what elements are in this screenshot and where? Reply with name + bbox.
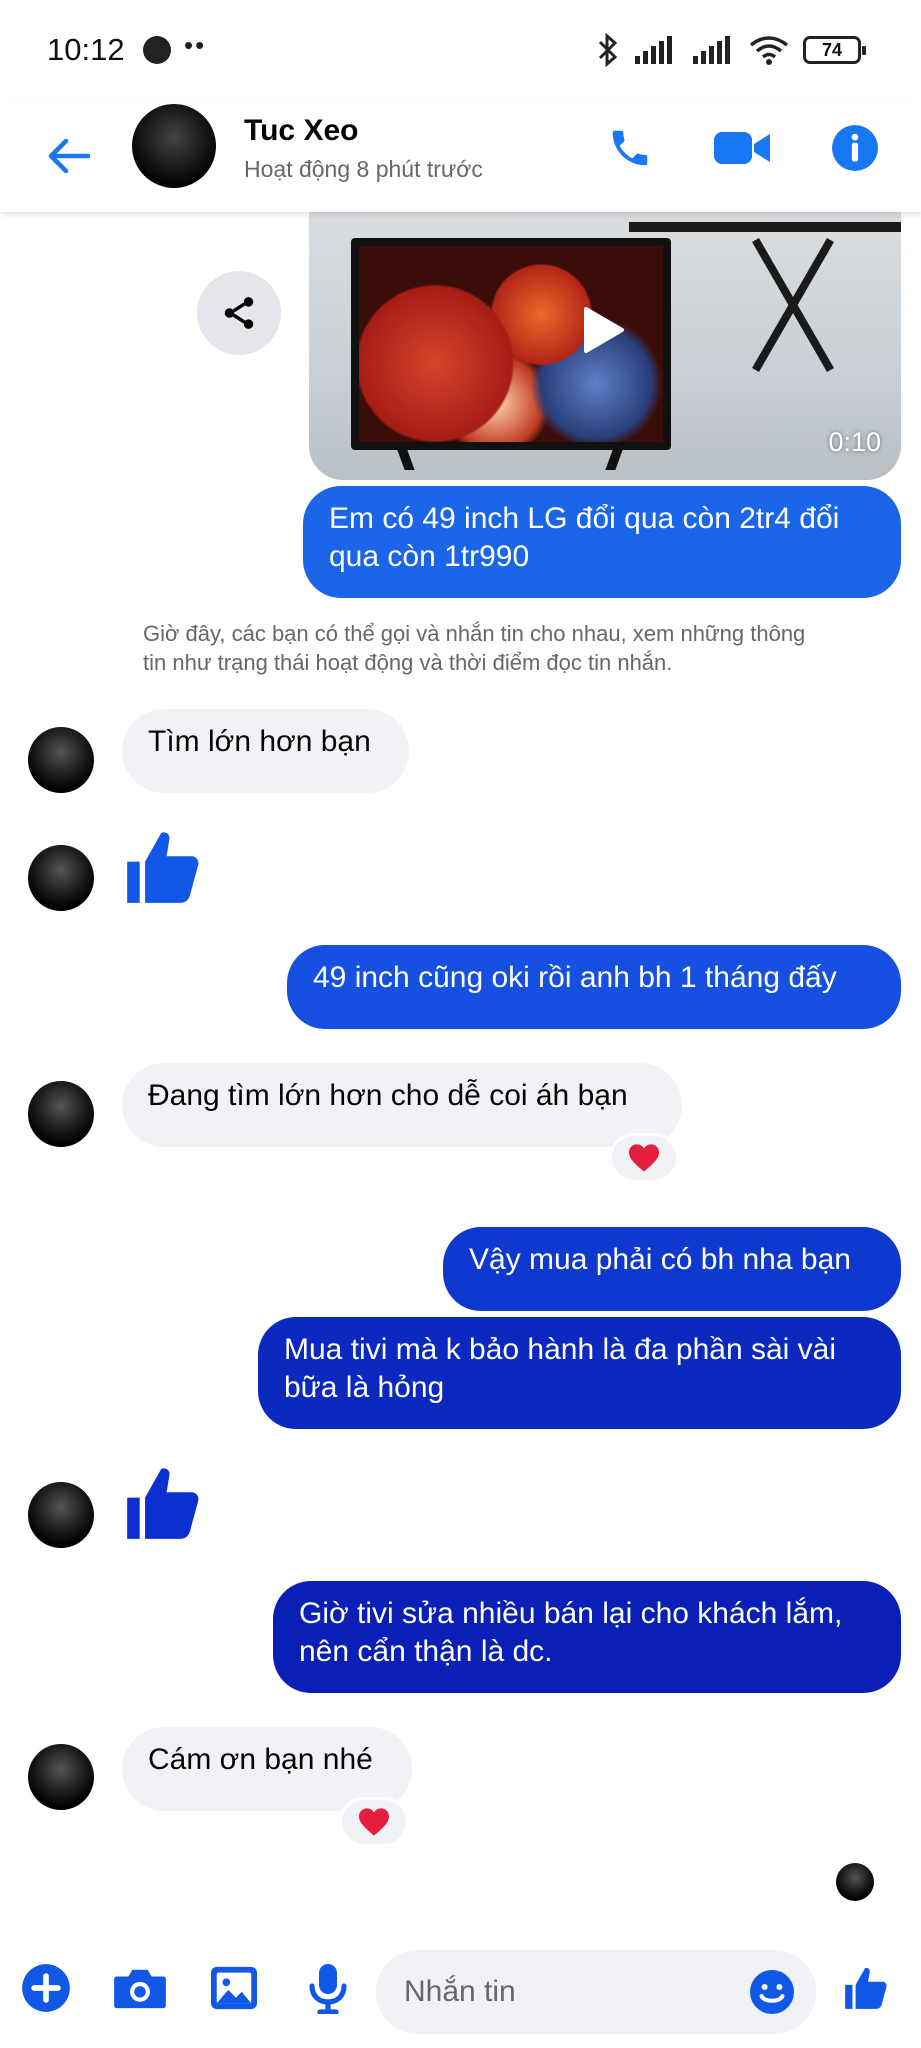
messenger-notification-icon (143, 36, 171, 64)
outgoing-message[interactable]: 49 inch cũng oki rồi anh bh 1 tháng đấy (287, 945, 901, 1029)
contact-avatar[interactable] (132, 104, 216, 188)
battery-icon: 74 (803, 36, 866, 64)
outgoing-message[interactable]: Giờ tivi sửa nhiều bán lại cho khách lắm… (273, 1581, 901, 1693)
outgoing-message[interactable]: Em có 49 inch LG đổi qua còn 2tr4 đổi qu… (303, 486, 901, 598)
phone-icon (612, 130, 648, 166)
smiley-icon (750, 1970, 794, 2014)
voice-call-button[interactable] (600, 118, 660, 178)
image-icon (211, 1966, 257, 2010)
contact-avatar-small[interactable] (28, 727, 94, 793)
contact-name[interactable]: Tuc Xeo (244, 114, 358, 148)
heart-reaction[interactable] (609, 1133, 679, 1183)
emoji-button[interactable] (744, 1964, 800, 2020)
video-call-button[interactable] (712, 118, 772, 178)
contact-avatar-small[interactable] (28, 1482, 94, 1548)
thumbs-up-icon (845, 1967, 887, 2009)
info-icon (832, 125, 878, 171)
share-icon (224, 297, 254, 329)
signal-icon (635, 36, 672, 64)
seen-indicator-avatar (836, 1863, 874, 1901)
incoming-message[interactable]: Đang tìm lớn hơn cho dễ coi áh bạn (122, 1063, 682, 1147)
camera-button[interactable] (110, 1958, 170, 2018)
incoming-message[interactable]: Tìm lớn hơn bạn (122, 709, 409, 793)
contact-avatar-small[interactable] (28, 845, 94, 911)
play-icon (584, 307, 624, 353)
signal-icon-2 (693, 36, 730, 64)
outgoing-message[interactable]: Mua tivi mà k bảo hành là đa phần sài và… (258, 1317, 901, 1429)
share-button[interactable] (197, 271, 281, 355)
video-duration: 0:10 (828, 427, 881, 457)
video-thumbnail-desk (629, 222, 901, 232)
contact-avatar-small[interactable] (28, 1744, 94, 1810)
conversation-info-button[interactable] (825, 118, 885, 178)
more-notifications-icon: •• (184, 30, 207, 60)
status-icons: 74 (597, 30, 866, 70)
plus-circle-icon (22, 1964, 70, 2012)
more-actions-button[interactable] (16, 1958, 76, 2018)
system-notice: Giờ đây, các bạn có thể gọi và nhắn tin … (143, 621, 806, 675)
arrow-left-icon (48, 138, 90, 174)
bluetooth-icon (598, 33, 618, 67)
status-bar: 10:12 •• 74 (0, 0, 921, 100)
contact-avatar-small[interactable] (28, 1081, 94, 1147)
wifi-icon (749, 36, 789, 65)
heart-reaction[interactable] (339, 1797, 409, 1847)
voice-record-button[interactable] (298, 1958, 358, 2018)
send-like-button[interactable] (836, 1958, 896, 2018)
thumbs-up-icon[interactable] (120, 1460, 206, 1546)
video-camera-icon (714, 132, 770, 164)
camera-icon (114, 1969, 166, 2009)
outgoing-message[interactable]: Vậy mua phải có bh nha bạn (443, 1227, 901, 1311)
back-button[interactable] (38, 126, 98, 186)
thumbs-up-icon[interactable] (120, 824, 206, 910)
gallery-button[interactable] (204, 1958, 264, 2018)
heart-icon (629, 1144, 659, 1172)
microphone-icon (309, 1964, 347, 2014)
heart-icon (359, 1808, 389, 1836)
video-message[interactable]: 0:10 (309, 212, 901, 480)
play-button[interactable] (573, 300, 633, 360)
contact-activity-status: Hoạt động 8 phút trước (244, 156, 483, 182)
status-time: 10:12 (47, 32, 125, 67)
